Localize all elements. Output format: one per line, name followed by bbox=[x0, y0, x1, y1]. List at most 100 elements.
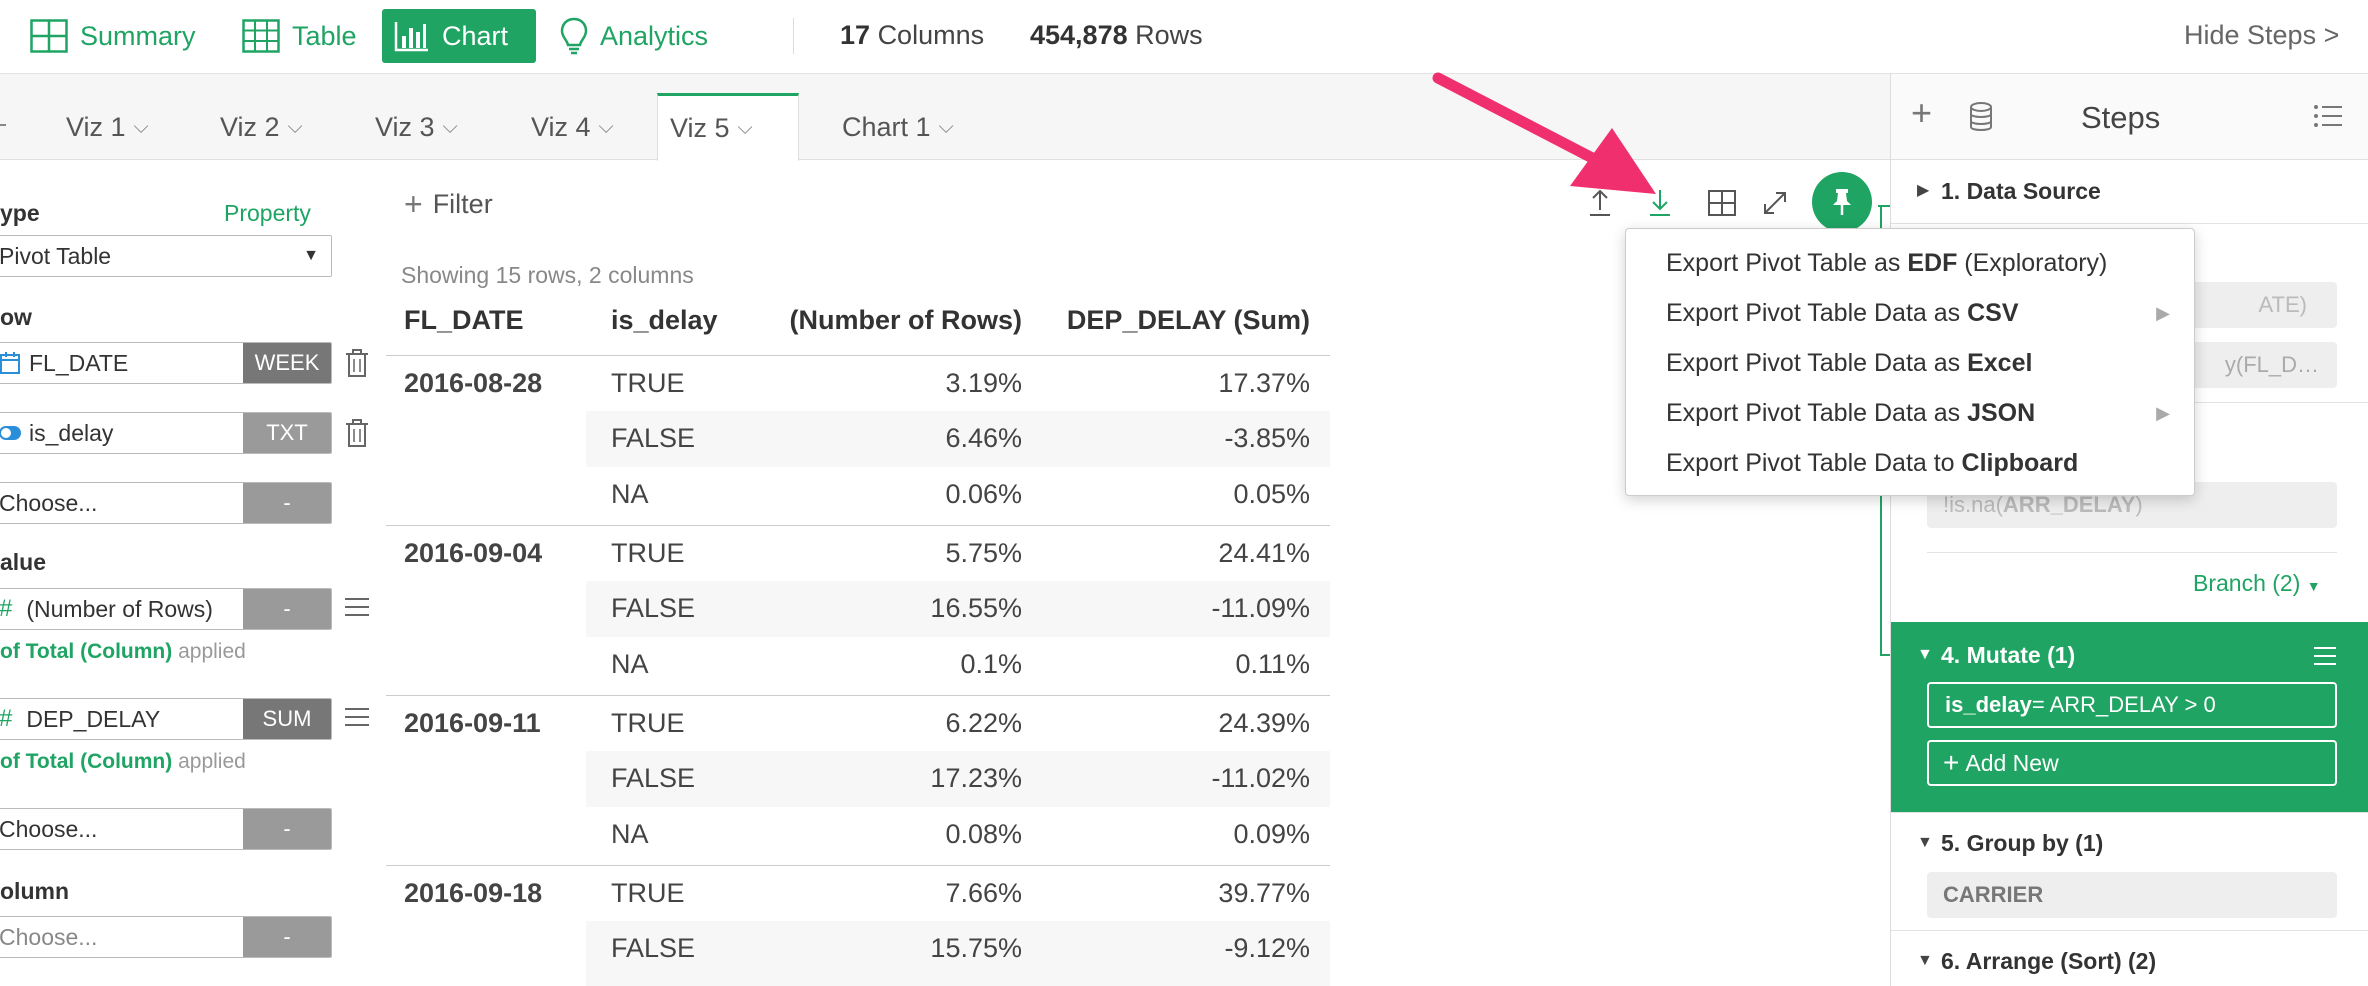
type-select[interactable]: Pivot Table ▼ bbox=[0, 235, 332, 277]
caret-down-icon: ▼ bbox=[2306, 578, 2321, 594]
tab-viz-1[interactable]: Viz 1 ⌵ bbox=[54, 94, 161, 160]
caret-right-icon: ▶ bbox=[2156, 403, 2170, 423]
chevron-down-icon: ⌵ bbox=[287, 115, 303, 138]
chevron-down-icon: ⌵ bbox=[133, 115, 149, 138]
sum-tag[interactable]: SUM bbox=[243, 699, 331, 739]
rows-count: 454,878 Rows bbox=[1030, 20, 1203, 50]
menu-icon[interactable] bbox=[344, 706, 370, 728]
table-layout-icon[interactable] bbox=[1708, 190, 1736, 216]
chevron-down-icon: ⌵ bbox=[598, 115, 614, 138]
summary-label: Summary bbox=[80, 20, 196, 51]
menu-item-export-json[interactable]: Export Pivot Table Data as JSON ▶ bbox=[1666, 399, 2186, 428]
header-fl-date[interactable]: FL_DATE bbox=[404, 305, 524, 336]
table-row: FALSE 15.75% -9.12% bbox=[586, 921, 1330, 977]
plus-icon: + bbox=[1943, 747, 1960, 778]
step-6-arrange[interactable]: ▼ 6. Arrange (Sort) (2) bbox=[1891, 932, 2368, 986]
menu-icon[interactable] bbox=[344, 596, 370, 618]
value-field-dep-delay[interactable]: # DEP_DELAY SUM bbox=[0, 698, 332, 740]
tab-viz-2[interactable]: Viz 2 ⌵ bbox=[208, 94, 315, 160]
table-label: Table bbox=[292, 20, 357, 51]
row-label: ow bbox=[0, 304, 32, 330]
txt-tag[interactable]: TXT bbox=[243, 413, 331, 453]
group-by-value[interactable]: CARRIER bbox=[1927, 872, 2337, 918]
tab-viz-3[interactable]: Viz 3 ⌵ bbox=[363, 94, 470, 160]
analytics-label: Analytics bbox=[600, 20, 709, 51]
showing-info: Showing 15 rows, 2 columns bbox=[401, 262, 694, 288]
table-row: 2016-09-04 TRUE 5.75% 24.41% bbox=[386, 525, 1330, 581]
caret-down-icon: ▼ bbox=[1917, 834, 1933, 851]
week-tag[interactable]: WEEK bbox=[243, 343, 331, 383]
caret-right-icon: ▶ bbox=[1917, 182, 1930, 199]
divider bbox=[1891, 812, 2368, 813]
trash-icon[interactable] bbox=[344, 418, 370, 448]
hide-steps-button[interactable]: Hide Steps > bbox=[2184, 20, 2339, 51]
menu-icon[interactable] bbox=[2313, 646, 2337, 666]
step-1[interactable]: ▶ 1. Data Source bbox=[1891, 160, 2368, 224]
scroll-left-icon[interactable] bbox=[0, 124, 6, 126]
row-field-is-delay[interactable]: is_delay TXT bbox=[0, 412, 332, 454]
divider bbox=[1891, 930, 2368, 931]
value-label: alue bbox=[0, 549, 47, 575]
add-new-button[interactable]: + Add New bbox=[1927, 740, 2337, 786]
applied-note: of Total (Column) applied bbox=[0, 640, 246, 663]
table-row: NA 0.08% 0.09% bbox=[611, 819, 1310, 849]
calendar-icon bbox=[0, 352, 20, 374]
chevron-down-icon: ⌵ bbox=[442, 115, 458, 138]
branch-connector bbox=[1880, 654, 1890, 656]
caret-down-icon: ▼ bbox=[1917, 952, 1933, 969]
steps-panel: + Steps ▶ 1. Data Source ATE) y(FL_D… !i… bbox=[1890, 74, 2368, 986]
toggle-icon bbox=[0, 426, 21, 440]
menu-item-export-clipboard[interactable]: Export Pivot Table Data to Clipboard bbox=[1666, 449, 2078, 478]
step-4-mutate[interactable]: ▼ 4. Mutate (1) is_delay = ARR_DELAY > 0… bbox=[1891, 622, 2368, 812]
tab-viz-4[interactable]: Viz 4 ⌵ bbox=[519, 94, 626, 160]
summary-tab[interactable]: Summary bbox=[18, 9, 208, 63]
row-field-choose[interactable]: Choose... - bbox=[0, 482, 332, 524]
table-row: NA 0.1% 0.11% bbox=[611, 649, 1310, 679]
chart-label: Chart bbox=[442, 20, 509, 51]
tab-chart-1[interactable]: Chart 1 ⌵ bbox=[830, 94, 966, 160]
table-row: 2016-09-18 TRUE 7.66% 39.77% bbox=[386, 865, 1330, 921]
analytics-tab[interactable]: Analytics bbox=[548, 9, 720, 63]
pointer-arrow bbox=[1432, 72, 1656, 194]
table-row: FALSE 16.55% -11.09% bbox=[586, 581, 1330, 637]
expand-icon[interactable] bbox=[1762, 190, 1788, 216]
export-menu: Export Pivot Table as EDF (Exploratory) … bbox=[1625, 228, 2195, 496]
menu-item-export-edf[interactable]: Export Pivot Table as EDF (Exploratory) bbox=[1666, 249, 2107, 278]
pin-button[interactable] bbox=[1812, 172, 1872, 232]
step-5-group-by[interactable]: ▼ 5. Group by (1) CARRIER bbox=[1891, 814, 2368, 930]
column-label: olumn bbox=[0, 878, 69, 904]
table-row bbox=[586, 977, 1330, 986]
header-is-delay[interactable]: is_delay bbox=[611, 305, 718, 336]
pin-icon bbox=[1833, 189, 1851, 215]
header-number-of-rows[interactable]: (Number of Rows) bbox=[790, 305, 1023, 336]
divider bbox=[793, 18, 794, 54]
type-label: ype bbox=[0, 200, 40, 226]
column-field-choose[interactable]: Choose... - bbox=[0, 916, 332, 958]
table-tab[interactable]: Table bbox=[230, 9, 369, 63]
row-field-fl-date[interactable]: FL_DATE WEEK bbox=[0, 342, 332, 384]
trash-icon[interactable] bbox=[344, 348, 370, 378]
menu-item-export-excel[interactable]: Export Pivot Table Data as Excel bbox=[1666, 349, 2032, 378]
menu-item-export-csv[interactable]: Export Pivot Table Data as CSV ▶ bbox=[1666, 299, 2186, 328]
caret-right-icon: ▶ bbox=[2156, 303, 2170, 323]
value-field-number-of-rows[interactable]: # (Number of Rows) - bbox=[0, 588, 332, 630]
filter-button[interactable]: + Filter bbox=[404, 186, 493, 223]
table-row: FALSE 6.46% -3.85% bbox=[586, 411, 1330, 467]
table-row: NA 0.06% 0.05% bbox=[611, 479, 1310, 509]
branch-link[interactable]: Branch (2) ▼ bbox=[2193, 570, 2321, 597]
mutate-expression[interactable]: is_delay = ARR_DELAY > 0 bbox=[1927, 682, 2337, 728]
bar-chart-icon bbox=[394, 22, 428, 52]
tab-viz-5[interactable]: Viz 5 ⌵ bbox=[657, 93, 799, 161]
steps-header: + Steps bbox=[1891, 74, 2368, 160]
top-bar: Summary Table Chart Analytics 17 Columns… bbox=[0, 0, 2368, 74]
value-field-choose[interactable]: Choose... - bbox=[0, 808, 332, 850]
database-icon[interactable] bbox=[1969, 102, 1993, 132]
list-icon[interactable] bbox=[2313, 104, 2343, 128]
steps-title: Steps bbox=[2081, 100, 2161, 135]
chart-tab[interactable]: Chart bbox=[382, 9, 536, 63]
property-link[interactable]: Property bbox=[224, 200, 311, 227]
header-dep-delay-sum[interactable]: DEP_DELAY (Sum) bbox=[1067, 305, 1310, 336]
add-step-icon[interactable]: + bbox=[1911, 92, 1932, 134]
lightbulb-icon bbox=[560, 17, 588, 55]
table-row: 2016-08-28 TRUE 3.19% 17.37% bbox=[386, 355, 1330, 411]
